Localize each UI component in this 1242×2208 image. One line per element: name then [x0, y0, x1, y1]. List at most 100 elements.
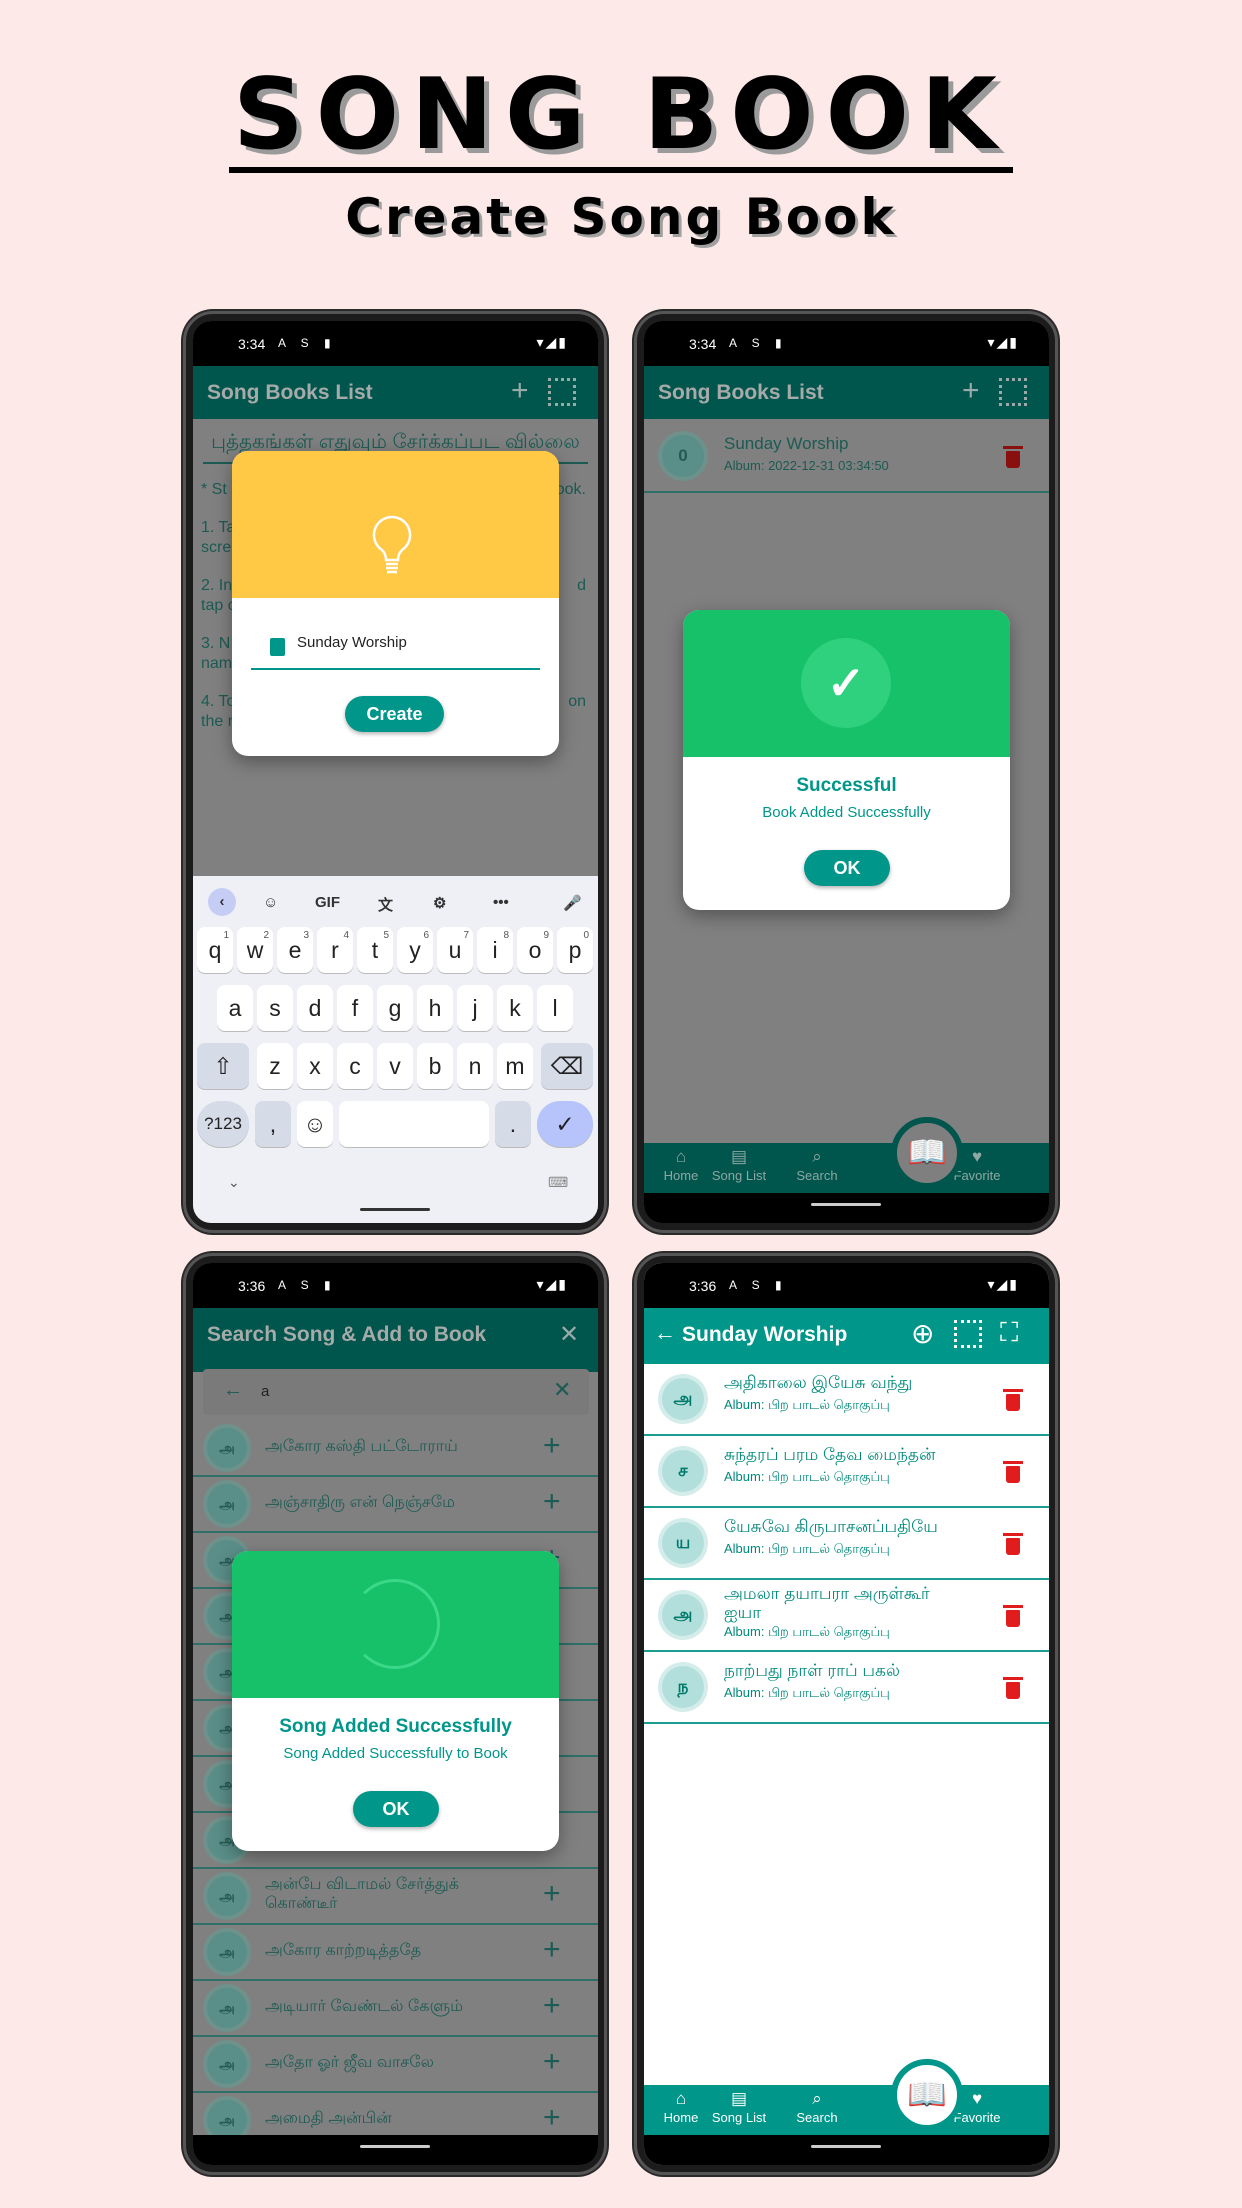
key-o[interactable]: o9: [517, 927, 553, 973]
nav-item-song-list[interactable]: ▤ Song List: [704, 1146, 774, 1183]
book-fab[interactable]: 📖: [891, 2059, 963, 2131]
delete-icon[interactable]: [1003, 1533, 1023, 1555]
add-song-icon[interactable]: +: [543, 2101, 561, 2135]
key-h[interactable]: h: [417, 985, 453, 1031]
search-result-row[interactable]: அ அகோர காற்றடித்ததே +: [193, 1925, 598, 1981]
key-e[interactable]: e3: [277, 927, 313, 973]
back-arrow-icon[interactable]: ←: [223, 1379, 243, 1402]
song-list-icon: ▤: [730, 1147, 748, 1166]
delete-icon[interactable]: [1003, 1605, 1023, 1627]
bottom-nav: ⌂ Home ▤ Song List ⌕ Search ♥ Favorite: [644, 2085, 1049, 2135]
key-v[interactable]: v: [377, 1043, 413, 1089]
search-result-row[interactable]: அ அன்பே விடாமல் சேர்த்துக் கொண்டீர் +: [193, 1869, 598, 1925]
delete-icon[interactable]: [1003, 1677, 1023, 1699]
backspace-key[interactable]: ⌫: [541, 1043, 593, 1089]
keyboard-toolbar-item[interactable]: 🎤: [563, 894, 582, 912]
key-c[interactable]: c: [337, 1043, 373, 1089]
delete-icon[interactable]: [1003, 1389, 1023, 1411]
search-input[interactable]: ← a ✕: [203, 1369, 589, 1415]
signal-battery-icons: ▾◢▮: [987, 334, 1019, 350]
nav-item-search[interactable]: ⌕ Search: [782, 2088, 852, 2125]
back-arrow-icon[interactable]: ←: [654, 1320, 676, 1346]
status-bar: 3:36 A S ▮ ▾◢▮: [193, 1263, 598, 1308]
add-song-icon[interactable]: +: [543, 1485, 561, 1519]
add-song-icon[interactable]: +: [543, 1933, 561, 1967]
clear-icon[interactable]: ✕: [553, 1377, 571, 1403]
create-button[interactable]: Create: [345, 696, 444, 732]
symbols-key[interactable]: ?123: [197, 1101, 249, 1147]
key-b[interactable]: b: [417, 1043, 453, 1089]
keyboard-switch-icon[interactable]: ⌨: [548, 1174, 568, 1191]
song-initial-avatar: அ: [662, 1594, 704, 1636]
shift-key[interactable]: ⇧: [197, 1043, 249, 1089]
qr-search-icon[interactable]: [999, 378, 1027, 406]
book-fab[interactable]: 📖: [891, 1117, 963, 1189]
ok-button[interactable]: OK: [353, 1791, 439, 1827]
key-y[interactable]: y6: [397, 927, 433, 973]
book-song-row[interactable]: ய யேசுவே கிருபாசனப்பதியே Album: பிற பாடல் …: [644, 1508, 1049, 1580]
space-key[interactable]: [339, 1101, 489, 1147]
ok-button[interactable]: OK: [804, 850, 890, 886]
key-z[interactable]: z: [257, 1043, 293, 1089]
book-row[interactable]: 0 Sunday Worship Album: 2022-12-31 03:34…: [644, 419, 1049, 493]
plus-icon[interactable]: +: [511, 374, 529, 408]
search-result-row[interactable]: அ அதோ ஓர் ஜீவ வாசலே +: [193, 2037, 598, 2093]
key-l[interactable]: l: [537, 985, 573, 1031]
key-label: u: [448, 937, 462, 963]
keyboard-toolbar-item[interactable]: ☺: [263, 894, 278, 911]
hide-keyboard-icon[interactable]: ⌄: [228, 1174, 240, 1191]
qr-search-icon[interactable]: [548, 378, 576, 406]
instruction-line: 3. N: [201, 635, 231, 652]
comma-key[interactable]: ,: [255, 1101, 291, 1147]
plus-icon[interactable]: +: [962, 374, 980, 408]
book-song-row[interactable]: அ அதிகாலை இயேசு வந்து Album: பிற பாடல் தொக…: [644, 1364, 1049, 1436]
book-song-row[interactable]: அ அமலா தயாபரா அருள்கூர் ஐயா Album: பிற பாட…: [644, 1580, 1049, 1652]
key-k[interactable]: k: [497, 985, 533, 1031]
song-title: சுந்தரப் பரம தேவ மைந்தன்: [724, 1445, 936, 1464]
key-t[interactable]: t5: [357, 927, 393, 973]
key-j[interactable]: j: [457, 985, 493, 1031]
key-s[interactable]: s: [257, 985, 293, 1031]
zoom-in-icon[interactable]: ⊕: [911, 1317, 934, 1350]
key-m[interactable]: m: [497, 1043, 533, 1089]
search-result-row[interactable]: அ அடியார் வேண்டல் கேளும் +: [193, 1981, 598, 2037]
keyboard-toolbar-item[interactable]: •••: [493, 894, 509, 911]
keyboard-toolbar-item[interactable]: 文: [378, 894, 393, 915]
key-a[interactable]: a: [217, 985, 253, 1031]
keyboard-toolbar-item[interactable]: ⚙: [433, 894, 446, 912]
emoji-key[interactable]: ☺: [297, 1101, 333, 1147]
search-result-row[interactable]: அ அஞ்சாதிரு என் நெஞ்சமே +: [193, 1477, 598, 1533]
key-n[interactable]: n: [457, 1043, 493, 1089]
period-key[interactable]: .: [495, 1101, 531, 1147]
add-song-icon[interactable]: +: [543, 1989, 561, 2023]
book-name-input[interactable]: Sunday Worship: [297, 634, 407, 651]
book-song-row[interactable]: ந நாற்பது நாள் ராப் பகல் Album: பிற பாடல் …: [644, 1652, 1049, 1724]
delete-icon[interactable]: [1003, 446, 1023, 468]
add-song-icon[interactable]: +: [543, 2045, 561, 2079]
key-f[interactable]: f: [337, 985, 373, 1031]
delete-icon[interactable]: [1003, 1461, 1023, 1483]
close-icon[interactable]: ✕: [559, 1320, 579, 1349]
key-r[interactable]: r4: [317, 927, 353, 973]
key-g[interactable]: g: [377, 985, 413, 1031]
key-x[interactable]: x: [297, 1043, 333, 1089]
keyboard-toolbar-item[interactable]: ‹: [208, 888, 236, 916]
key-q[interactable]: q1: [197, 927, 233, 973]
keyboard-toolbar-item[interactable]: GIF: [315, 894, 340, 911]
add-song-icon[interactable]: +: [543, 1429, 561, 1463]
book-song-row[interactable]: ச சுந்தரப் பரம தேவ மைந்தன் Album: பிற பாடல…: [644, 1436, 1049, 1508]
add-song-icon[interactable]: +: [543, 1877, 561, 1911]
search-value: a: [261, 1383, 270, 1400]
key-p[interactable]: p0: [557, 927, 593, 973]
key-d[interactable]: d: [297, 985, 333, 1031]
search-result-row[interactable]: அ அகோர கஸ்தி பட்டோராய் +: [193, 1421, 598, 1477]
fullscreen-icon[interactable]: ⛶: [1000, 1317, 1018, 1349]
enter-key[interactable]: ✓: [537, 1101, 593, 1147]
key-w[interactable]: w2: [237, 927, 273, 973]
key-i[interactable]: i8: [477, 927, 513, 973]
nav-item-song-list[interactable]: ▤ Song List: [704, 2088, 774, 2125]
qr-add-icon[interactable]: [954, 1320, 982, 1348]
key-label: i: [492, 937, 498, 963]
nav-item-search[interactable]: ⌕ Search: [782, 1146, 852, 1183]
key-u[interactable]: u7: [437, 927, 473, 973]
